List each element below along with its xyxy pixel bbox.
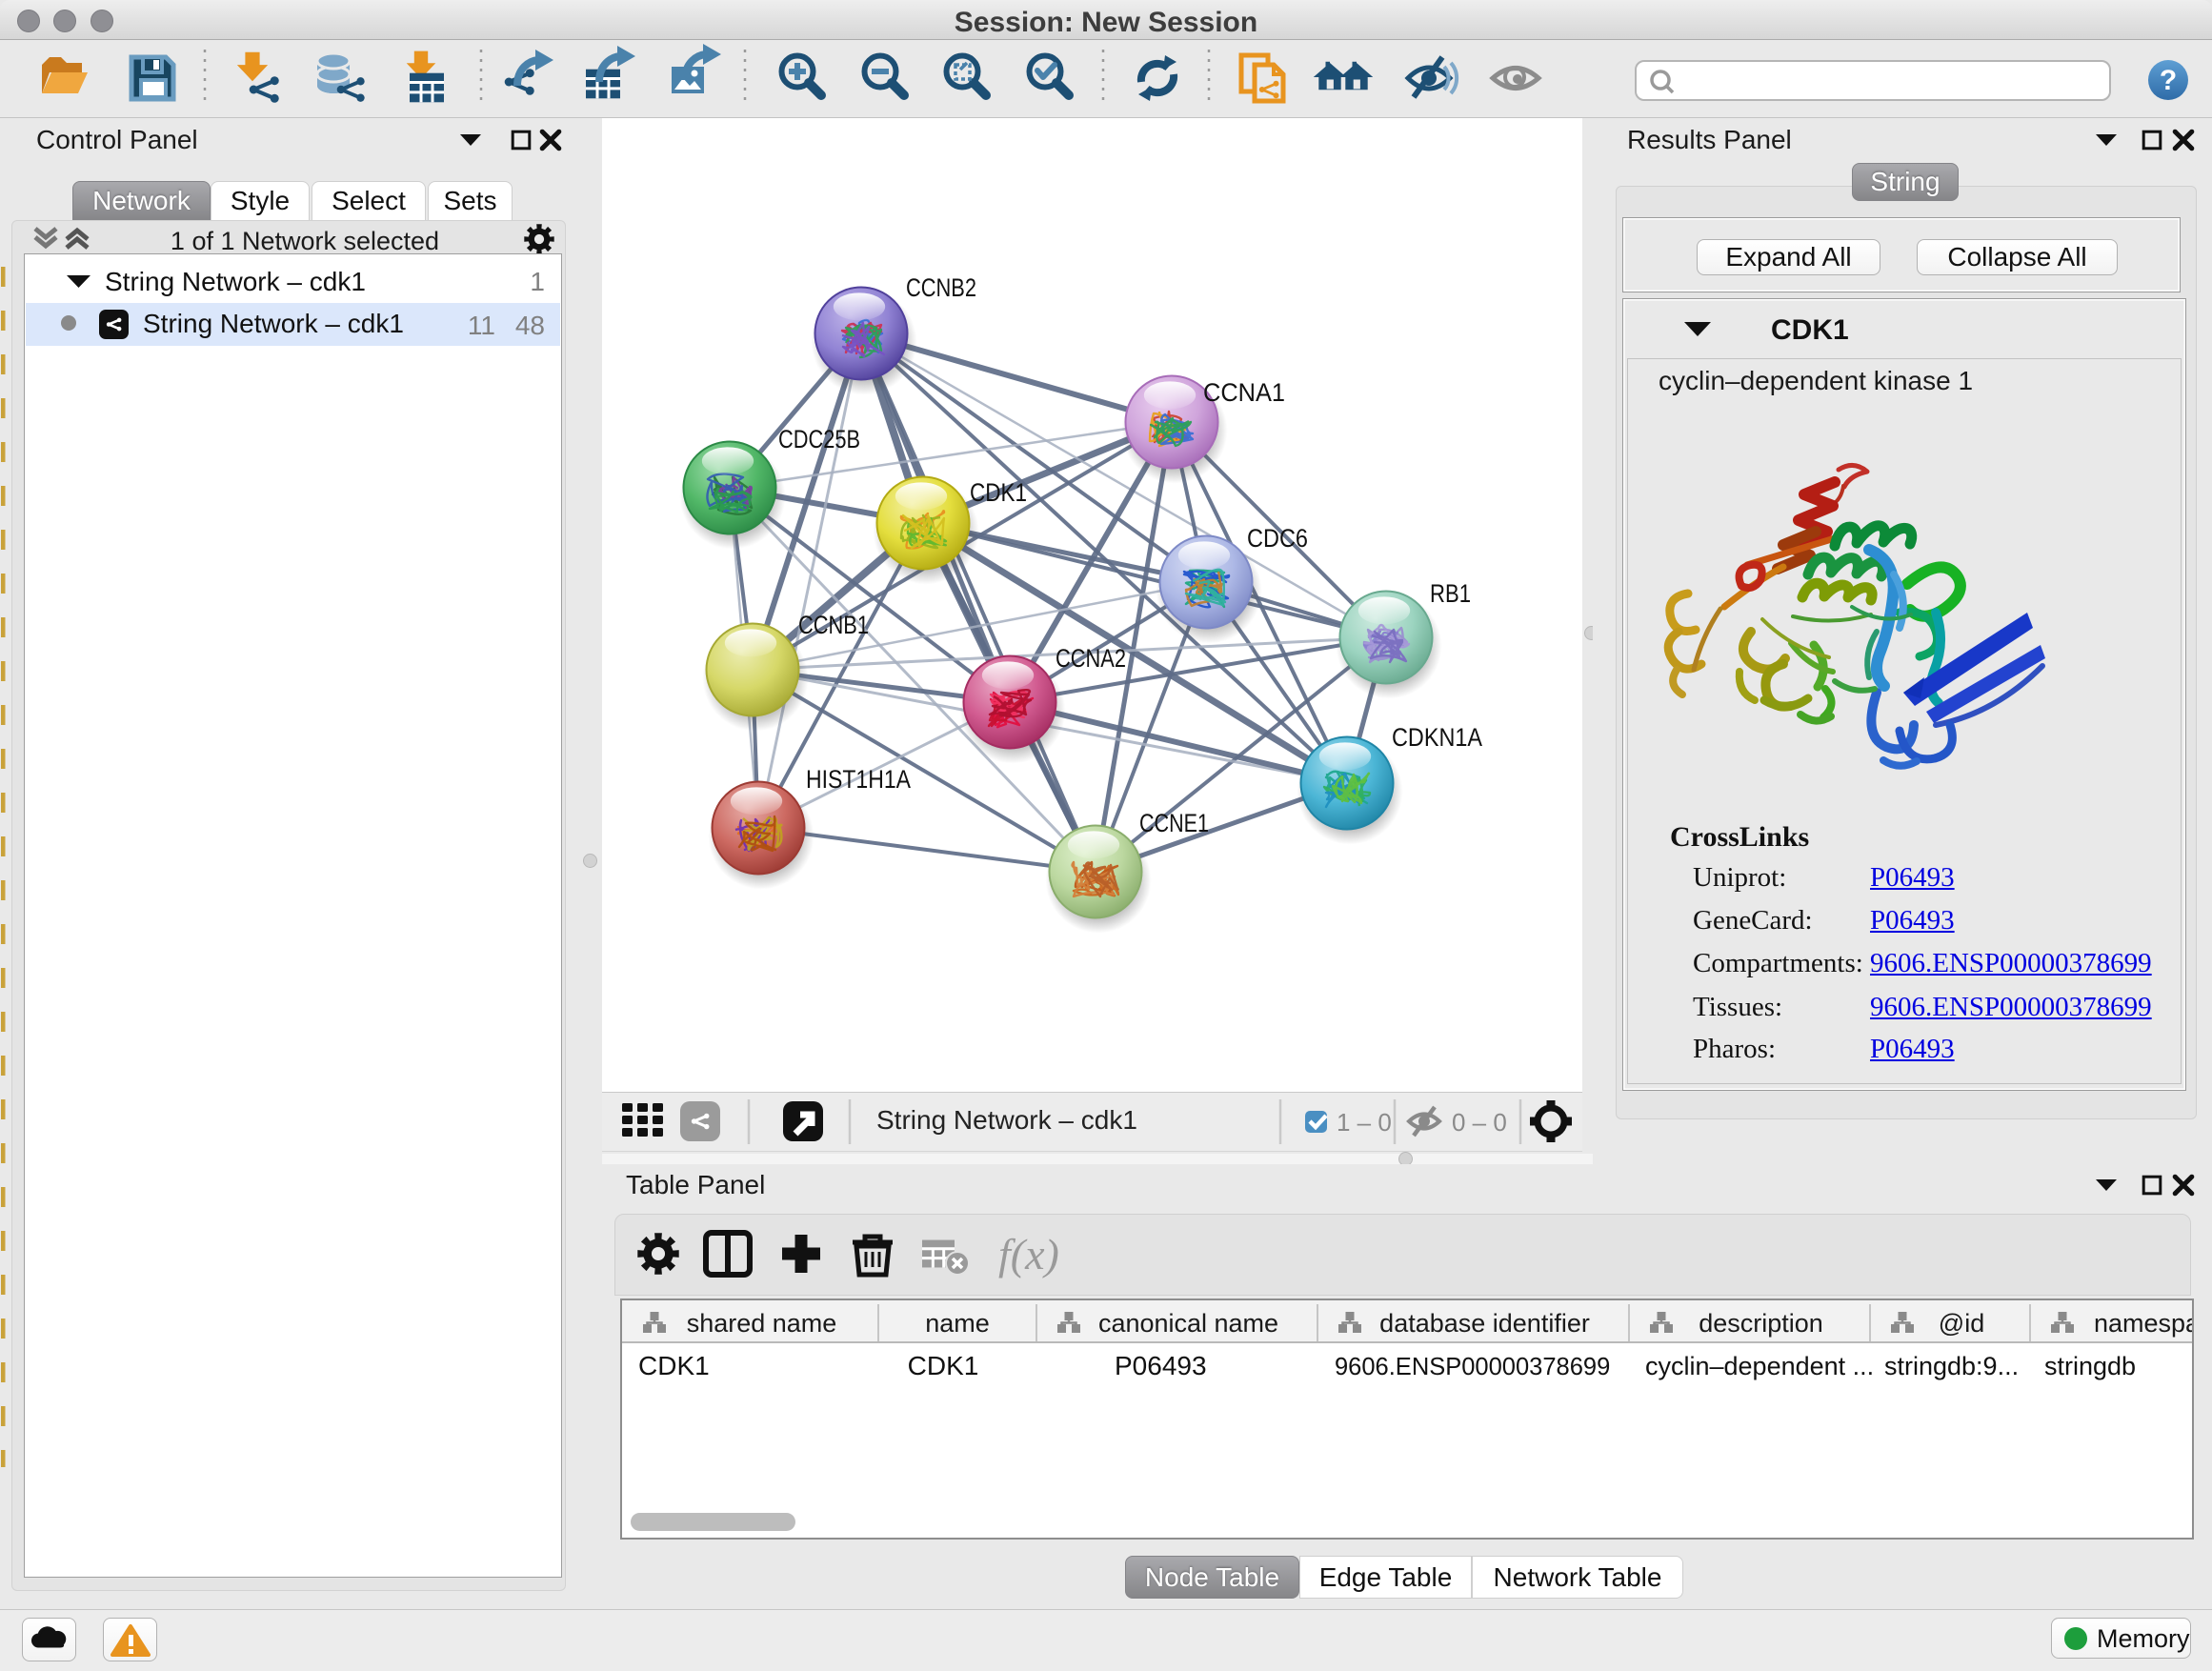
- svg-text:0 – 0: 0 – 0: [1452, 1108, 1507, 1137]
- svg-text:CDK1: CDK1: [970, 478, 1027, 507]
- svg-text:9606.ENSP00000378699: 9606.ENSP00000378699: [1335, 1354, 1610, 1380]
- svg-text:name: name: [925, 1309, 990, 1338]
- svg-text:canonical name: canonical name: [1098, 1309, 1278, 1338]
- svg-text:RB1: RB1: [1430, 579, 1471, 608]
- svg-text:CCNE1: CCNE1: [1139, 809, 1209, 837]
- svg-text:f(x): f(x): [998, 1230, 1059, 1278]
- svg-text:CCNA2: CCNA2: [1056, 644, 1126, 673]
- svg-text:@id: @id: [1939, 1309, 1984, 1338]
- svg-text:HIST1H1A: HIST1H1A: [806, 765, 911, 794]
- svg-text:CCNA1: CCNA1: [1203, 378, 1285, 407]
- svg-text:namespace: namespace: [2094, 1309, 2192, 1338]
- svg-text:CDK1: CDK1: [908, 1351, 979, 1380]
- svg-text:cyclin–dependent ...: cyclin–dependent ...: [1645, 1352, 1874, 1380]
- svg-text:CDC6: CDC6: [1247, 524, 1308, 553]
- svg-text:stringdb:9...: stringdb:9...: [1884, 1352, 2019, 1380]
- svg-text:shared name: shared name: [687, 1309, 837, 1338]
- svg-text:1 – 0: 1 – 0: [1337, 1108, 1392, 1137]
- svg-text:description: description: [1699, 1309, 1823, 1338]
- svg-text:CCNB2: CCNB2: [906, 273, 976, 302]
- svg-text:CDC25B: CDC25B: [778, 425, 860, 453]
- svg-text:CDK1: CDK1: [638, 1351, 710, 1380]
- svg-text:CDKN1A: CDKN1A: [1392, 723, 1482, 752]
- svg-text:CCNB1: CCNB1: [798, 611, 869, 639]
- svg-text:P06493: P06493: [1115, 1351, 1207, 1380]
- svg-text:stringdb: stringdb: [2044, 1352, 2136, 1380]
- svg-text:database identifier: database identifier: [1379, 1309, 1590, 1338]
